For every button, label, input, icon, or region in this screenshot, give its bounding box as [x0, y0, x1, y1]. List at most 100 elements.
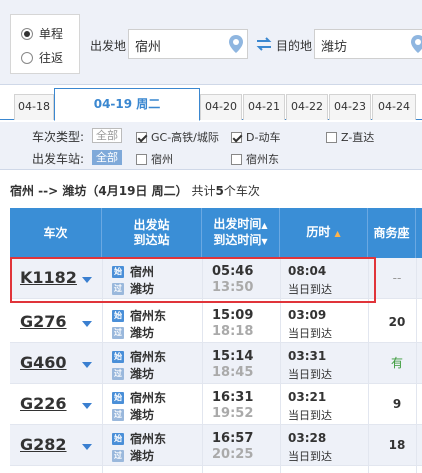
train-number-link[interactable]: G282	[20, 435, 67, 454]
train-type-label: 车次类型:	[32, 130, 85, 144]
from-station: 始宿州东	[112, 348, 166, 365]
header-business-label: 商务座	[373, 225, 410, 240]
arrival-time: 13:50	[212, 280, 254, 295]
tab-date[interactable]: 04-23	[329, 94, 371, 120]
station-all-button[interactable]: 全部	[92, 150, 122, 165]
to-station: 过潍坊	[112, 280, 154, 297]
filter-d-label: D-动车	[246, 131, 281, 144]
from-station-label: 宿州东	[130, 432, 167, 446]
header-train: 车次	[10, 208, 102, 258]
filter-station-suzhoudong[interactable]: 宿州东	[231, 151, 279, 167]
tab-date[interactable]: 04-18	[14, 94, 54, 120]
swap-icon[interactable]	[255, 36, 273, 52]
departure-time: 16:57	[212, 431, 254, 446]
train-number-link[interactable]: G276	[20, 312, 67, 331]
expand-arrow-icon[interactable]	[82, 362, 92, 368]
location-pin-icon[interactable]	[229, 35, 243, 53]
passing-station-icon: 过	[112, 326, 124, 339]
column-divider	[102, 258, 103, 473]
sort-up-icon[interactable]: ▲	[335, 229, 341, 238]
departure-time: 16:31	[212, 390, 254, 405]
checkbox-icon[interactable]	[231, 153, 242, 165]
from-field[interactable]: 宿州	[128, 29, 248, 59]
business-seat: 有	[390, 356, 403, 370]
trip-type-group: 单程 往返	[10, 14, 80, 74]
table-row: K1182 始宿州 过潍坊 05:46 13:50 08:04 当日到达 --	[10, 258, 422, 299]
to-station-label: 潍坊	[130, 326, 155, 340]
to-station: 过潍坊	[112, 447, 154, 464]
header-duration[interactable]: 历时 ▲	[280, 208, 368, 258]
arrival-time: 19:52	[212, 406, 254, 421]
filter-z-label: Z-直达	[341, 131, 375, 144]
table-row: G276 始宿州东 过潍坊 15:09 18:18 03:09 当日到达 20	[10, 302, 422, 343]
tab-date[interactable]: 04-24	[372, 94, 416, 120]
tab-date[interactable]: 04-21	[243, 94, 285, 120]
trip-one-way[interactable]: 单程	[21, 25, 63, 42]
passing-station-icon: 过	[112, 282, 124, 295]
origin-station-icon: 始	[112, 432, 124, 445]
train-number-link[interactable]: G460	[20, 353, 67, 372]
train-number-link[interactable]: K1182	[20, 268, 77, 287]
summary-suffix: 个车次	[223, 184, 260, 198]
radio-icon[interactable]	[21, 51, 33, 64]
location-pin-icon[interactable]	[411, 35, 422, 53]
from-station: 始宿州东	[112, 307, 166, 324]
departure-time: 15:14	[212, 349, 254, 364]
train-number-link[interactable]: G226	[20, 394, 67, 413]
filter-gc-label: GC-高铁/城际	[151, 131, 219, 144]
filter-z[interactable]: Z-直达	[326, 129, 374, 145]
header-duration-label: 历时	[306, 225, 331, 239]
passing-station-icon: 过	[112, 408, 124, 421]
sort-down-icon[interactable]: ▼	[261, 237, 267, 246]
expand-arrow-icon[interactable]	[82, 444, 92, 450]
tab-date[interactable]: 04-20	[200, 94, 242, 120]
origin-station-icon: 始	[112, 391, 124, 404]
filter-gc[interactable]: GC-高铁/城际	[136, 129, 219, 145]
origin-station-icon: 始	[112, 309, 124, 322]
checkbox-icon[interactable]	[136, 153, 147, 165]
business-seat: 9	[392, 397, 402, 411]
header-time[interactable]: 出发时间▲ 到达时间▼	[202, 208, 280, 258]
checkbox-icon[interactable]	[326, 131, 337, 143]
from-station: 始宿州东	[112, 430, 166, 447]
to-field[interactable]: 潍坊	[314, 29, 422, 59]
arrival-day: 当日到达	[288, 450, 332, 463]
to-station: 过潍坊	[112, 365, 154, 382]
business-seat: --	[392, 271, 402, 285]
from-station-label: 宿州东	[130, 391, 167, 405]
search-panel: 单程 往返 出发地 宿州 目的地 潍坊	[0, 0, 422, 85]
radio-icon[interactable]	[21, 27, 33, 40]
business-seat: 18	[388, 438, 406, 452]
filter-station-label: 宿州	[151, 153, 173, 166]
tab-date[interactable]: 04-22	[286, 94, 328, 120]
filter-station-label: 宿州东	[246, 153, 279, 166]
from-value: 宿州	[135, 40, 162, 55]
arrival-time: 18:45	[212, 365, 254, 380]
filter-panel: 车次类型: 全部 GC-高铁/城际 D-动车 Z-直达 出发车站: 全部 宿州 …	[0, 122, 422, 170]
header-arr-time[interactable]: 到达时间▼	[213, 233, 267, 249]
to-station: 过潍坊	[112, 324, 154, 341]
sort-up-icon[interactable]: ▲	[261, 221, 267, 230]
header-stations: 出发站 到达站	[102, 208, 202, 258]
filter-station-suzhou[interactable]: 宿州	[136, 151, 173, 167]
duration: 03:09	[288, 308, 327, 322]
checkbox-icon[interactable]	[231, 131, 242, 143]
arrival-time: 20:25	[212, 447, 254, 462]
header-dep-time[interactable]: 出发时间▲	[213, 217, 267, 233]
checkbox-icon[interactable]	[136, 131, 147, 143]
train-type-all-button[interactable]: 全部	[92, 128, 122, 143]
to-station-label: 潍坊	[130, 282, 155, 296]
header-from-label: 出发站	[133, 218, 170, 232]
header-business: 商务座	[368, 208, 416, 258]
duration: 08:04	[288, 264, 327, 278]
trip-round-trip[interactable]: 往返	[21, 49, 63, 66]
column-divider	[416, 258, 417, 473]
tab-date-active[interactable]: 04-19 周二	[54, 88, 200, 121]
arrival-day: 当日到达	[288, 283, 332, 296]
filter-d[interactable]: D-动车	[231, 129, 280, 145]
to-station-label: 潍坊	[130, 449, 155, 463]
table-row: G226 始宿州东 过潍坊 16:31 19:52 03:21 当日到达 9	[10, 384, 422, 425]
expand-arrow-icon[interactable]	[82, 403, 92, 409]
expand-arrow-icon[interactable]	[82, 277, 92, 283]
expand-arrow-icon[interactable]	[82, 321, 92, 327]
